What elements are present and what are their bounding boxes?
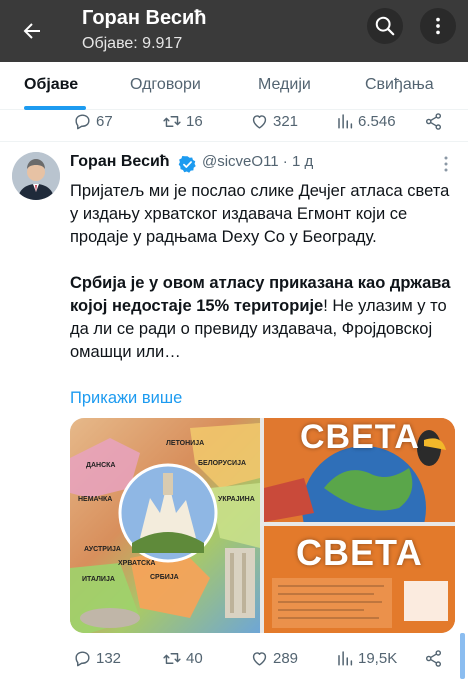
atlas-cover-image[interactable]: СВЕТА <box>264 418 455 570</box>
tab-media[interactable]: Медији <box>258 76 311 94</box>
map-label-serbia: СРБИЈА <box>150 574 179 581</box>
search-icon <box>375 16 395 36</box>
tweet-paragraph-2: Србија је у овом атласу приказана као др… <box>70 272 460 364</box>
repost-button[interactable]: 40 <box>162 643 203 673</box>
vertical-dots-icon <box>444 156 448 172</box>
heart-icon <box>252 651 267 666</box>
map-label-italy: ИТАЛИЈА <box>82 576 115 583</box>
share-icon <box>425 112 442 130</box>
prev-like-button[interactable]: 321 <box>250 106 298 136</box>
map-label-germany: НЕМАЧКА <box>78 496 113 503</box>
tweet-paragraph-1: Пријатељ ми је послао слике Дечјег атлас… <box>70 182 450 246</box>
views-icon <box>338 114 353 129</box>
author-name[interactable]: Горан Весић <box>70 153 170 171</box>
repost-count: 40 <box>186 649 203 667</box>
tab-posts[interactable]: Објаве <box>24 76 78 94</box>
map-label-latvia: ЛЕТОНИЈА <box>166 440 205 447</box>
prev-repost-button[interactable]: 16 <box>162 106 203 136</box>
prev-reply-button[interactable]: 67 <box>73 106 113 136</box>
share-button[interactable] <box>424 643 443 673</box>
author-handle-time: @sicveO11 · 1 д <box>202 153 314 170</box>
show-more-link[interactable]: Прикажи више <box>70 389 182 408</box>
tab-replies[interactable]: Одговори <box>130 76 201 94</box>
map-label-denmark: ДАНСКА <box>86 462 116 469</box>
tweet-more-button[interactable] <box>439 155 453 178</box>
prev-views-count: 6.546 <box>358 112 396 130</box>
map-label-croatia: ХРВАТСКА <box>118 560 156 567</box>
prev-repost-count: 16 <box>186 112 203 130</box>
verified-badge-icon <box>178 155 197 179</box>
tweet-actions: 132 40 289 19,5K <box>0 643 468 673</box>
tab-likes[interactable]: Свиђања <box>365 76 434 94</box>
repost-icon <box>163 652 181 664</box>
heart-icon <box>252 114 267 129</box>
map-label-austria: АУСТРИЈА <box>84 546 121 553</box>
tweet-divider <box>0 141 468 142</box>
prev-tweet-actions: 67 16 321 6.546 <box>0 106 468 136</box>
reply-icon <box>75 650 90 666</box>
repost-icon <box>163 115 181 127</box>
reply-count: 132 <box>96 649 122 667</box>
map-label-ukraine: УКРАЈИНА <box>218 496 255 503</box>
profile-header: Горан Весић Објаве: 9.917 <box>0 0 468 62</box>
back-button[interactable] <box>12 11 52 51</box>
like-count: 289 <box>273 649 299 667</box>
reply-icon <box>75 113 90 129</box>
prev-views-button[interactable]: 6.546 <box>336 106 396 136</box>
search-button[interactable] <box>367 8 403 44</box>
share-icon <box>425 649 442 667</box>
atlas-back-title: СВЕТА <box>296 532 423 573</box>
back-arrow-icon <box>23 23 40 39</box>
tweet-media[interactable]: ЛЕТОНИЈА ДАНСКА БЕЛОРУСИЈА НЕМАЧКА УКРАЈ… <box>70 418 455 633</box>
posts-count: Објаве: 9.917 <box>82 35 183 52</box>
prev-like-count: 321 <box>273 112 299 130</box>
avatar-portrait-icon <box>12 152 60 200</box>
vertical-dots-icon <box>436 17 440 35</box>
atlas-back-image[interactable]: СВЕТА <box>264 526 455 633</box>
tweet-text: Пријатељ ми је послао слике Дечјег атлас… <box>70 180 460 364</box>
profile-title: Горан Весић <box>82 7 207 29</box>
map-label-belarus: БЕЛОРУСИЈА <box>198 460 247 467</box>
avatar[interactable] <box>12 152 60 200</box>
prev-share-button[interactable] <box>424 106 443 136</box>
profile-tabs: Објаве Одговори Медији Свиђања <box>0 62 468 110</box>
more-options-button[interactable] <box>420 8 456 44</box>
prev-reply-count: 67 <box>96 112 113 130</box>
atlas-map-image[interactable]: ЛЕТОНИЈА ДАНСКА БЕЛОРУСИЈА НЕМАЧКА УКРАЈ… <box>70 418 260 633</box>
reply-button[interactable]: 132 <box>73 643 121 673</box>
scrollbar-thumb[interactable] <box>460 633 465 679</box>
views-count: 19,5K <box>358 649 398 667</box>
views-button[interactable]: 19,5K <box>336 643 397 673</box>
atlas-cover-title: СВЕТА <box>300 418 420 456</box>
like-button[interactable]: 289 <box>250 643 298 673</box>
views-icon <box>338 651 353 666</box>
